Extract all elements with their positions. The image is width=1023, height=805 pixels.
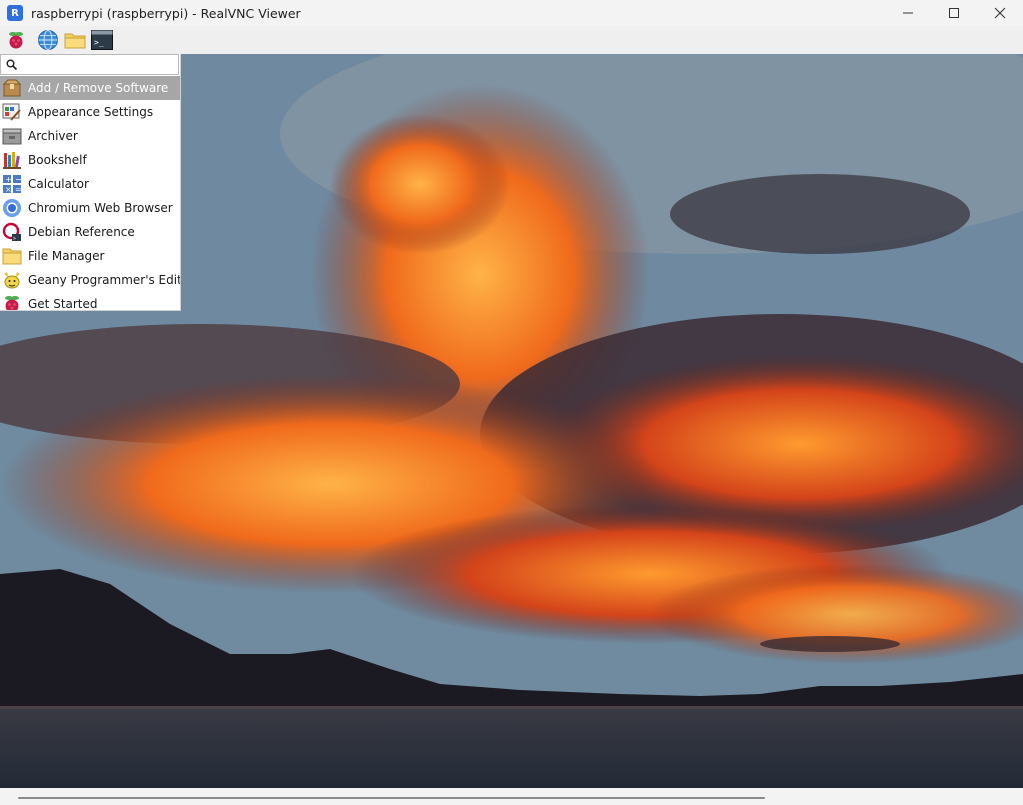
menu-item-label: Geany Programmer's Editor: [28, 273, 181, 287]
calculator-icon: + − × =: [1, 173, 23, 195]
menu-item-label: File Manager: [28, 249, 105, 263]
close-button[interactable]: [977, 0, 1023, 26]
window-title: raspberrypi (raspberrypi) - RealVNC View…: [31, 5, 301, 21]
menu-item-label: Calculator: [28, 177, 89, 191]
menu-item-label: Debian Reference: [28, 225, 135, 239]
package-box-icon: [1, 77, 23, 99]
svg-text:>_: >_: [13, 236, 20, 242]
geany-icon: [1, 269, 23, 291]
minimize-button[interactable]: [885, 0, 931, 26]
menu-item-debian-reference[interactable]: >_ Debian Reference: [0, 220, 180, 244]
maximize-button[interactable]: [931, 0, 977, 26]
menu-item-label: Bookshelf: [28, 153, 87, 167]
menu-item-geany[interactable]: Geany Programmer's Editor: [0, 268, 180, 292]
maximize-icon: [949, 8, 959, 18]
svg-text:+: +: [5, 175, 12, 184]
window-controls: [885, 0, 1023, 26]
realvnc-app-icon: R: [7, 5, 23, 21]
window-titlebar[interactable]: R raspberrypi (raspberrypi) - RealVNC Vi…: [0, 0, 1023, 26]
menu-item-get-started[interactable]: Get Started: [0, 292, 180, 311]
svg-text:×: ×: [5, 185, 12, 194]
appearance-settings-icon: [1, 101, 23, 123]
minimize-icon: [903, 12, 913, 14]
web-browser-launcher[interactable]: [37, 29, 59, 51]
close-icon: [994, 7, 1006, 19]
file-manager-folder-icon: [64, 33, 86, 49]
viewer-bottom-strip: [0, 788, 1023, 805]
terminal-launcher[interactable]: >_: [91, 29, 113, 51]
application-menu: Add / Remove Software Appearance Setting…: [0, 54, 181, 311]
menu-item-file-manager[interactable]: File Manager: [0, 244, 180, 268]
menu-item-label: Appearance Settings: [28, 105, 154, 119]
menu-search-box[interactable]: [0, 54, 179, 75]
menu-item-appearance-settings[interactable]: Appearance Settings: [0, 100, 180, 124]
raspberry-menu-icon: [9, 32, 23, 49]
folder-icon: [1, 245, 23, 267]
menu-search-input[interactable]: [19, 56, 174, 73]
raspberry-menu-button[interactable]: [5, 29, 27, 51]
menu-item-list: Add / Remove Software Appearance Setting…: [0, 76, 180, 311]
menu-item-label: Add / Remove Software: [28, 81, 169, 95]
menu-item-chromium-web-browser[interactable]: Chromium Web Browser: [0, 196, 180, 220]
menu-item-label: Get Started: [28, 297, 98, 311]
menu-item-label: Chromium Web Browser: [28, 201, 173, 215]
svg-text:=: =: [15, 185, 22, 194]
horizontal-scrollbar[interactable]: [18, 797, 765, 799]
search-icon: [6, 59, 18, 71]
pi-taskbar: >_: [0, 26, 1023, 54]
file-manager-launcher[interactable]: [64, 29, 86, 51]
terminal-icon: >_: [91, 30, 113, 50]
bookshelf-icon: [1, 149, 23, 171]
menu-item-archiver[interactable]: Archiver: [0, 124, 180, 148]
web-browser-globe-icon: [38, 30, 58, 50]
menu-item-bookshelf[interactable]: Bookshelf: [0, 148, 180, 172]
svg-text:−: −: [15, 175, 22, 184]
menu-item-add-remove-software[interactable]: Add / Remove Software: [0, 76, 180, 100]
debian-reference-icon: >_: [1, 221, 23, 243]
menu-item-label: Archiver: [28, 129, 78, 143]
raspberry-icon: [1, 293, 23, 310]
chromium-icon: [1, 197, 23, 219]
svg-text:>_: >_: [94, 38, 104, 47]
menu-item-calculator[interactable]: + − × = Calculator: [0, 172, 180, 196]
archiver-icon: [1, 125, 23, 147]
